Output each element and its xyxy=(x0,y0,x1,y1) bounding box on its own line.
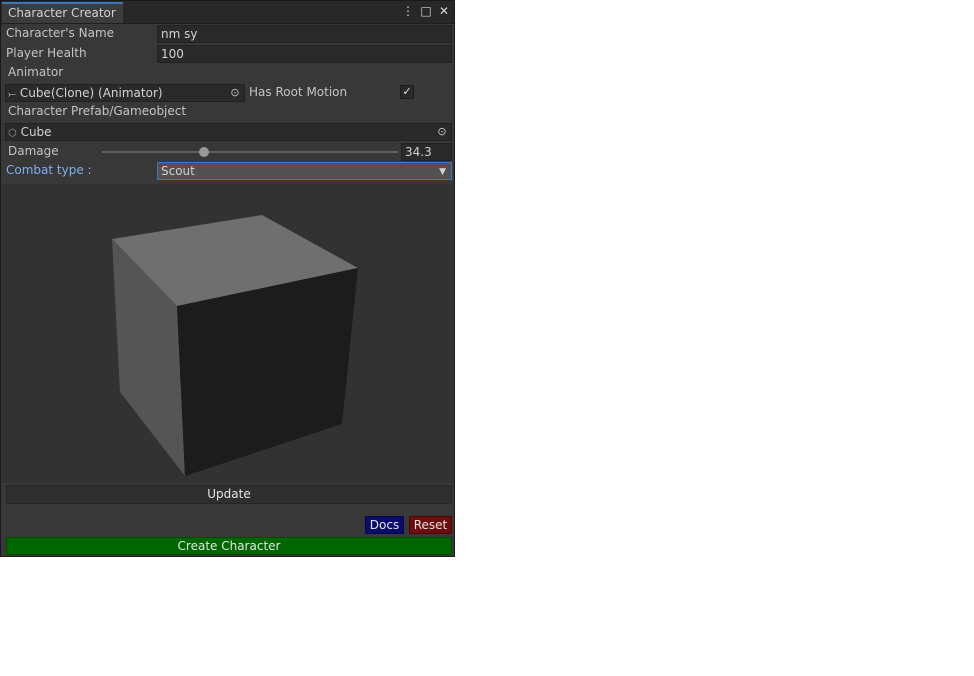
combat-type-label: Combat type : xyxy=(6,163,92,177)
kebab-menu-icon[interactable]: ⋮ xyxy=(402,4,414,18)
gameobject-cube-icon: ⬡ xyxy=(8,128,17,139)
chevron-down-icon: ▼ xyxy=(439,167,446,177)
animator-component-icon: ⤚ xyxy=(8,89,16,100)
combat-type-value: Scout xyxy=(161,164,195,178)
prefab-row: ⬡ Cube ⊙ xyxy=(1,122,454,142)
prefab-label: Character Prefab/Gameobject xyxy=(8,104,187,118)
animator-header-row: Animator xyxy=(1,63,454,83)
damage-slider-thumb[interactable] xyxy=(198,147,209,157)
maximize-icon[interactable]: □ xyxy=(420,4,432,18)
damage-value-input[interactable]: 34.3 xyxy=(401,143,452,161)
object-picker-icon[interactable]: ⊙ xyxy=(435,125,449,139)
damage-slider-track[interactable] xyxy=(102,151,398,153)
docs-button[interactable]: Docs xyxy=(365,516,404,534)
animator-label: Animator xyxy=(8,65,64,79)
prefab-object-value: Cube xyxy=(20,125,52,139)
reset-button[interactable]: Reset xyxy=(409,516,452,534)
cube-preview-image xyxy=(112,215,358,476)
prefab-header-row: Character Prefab/Gameobject xyxy=(1,102,454,122)
prefab-preview[interactable] xyxy=(2,184,453,483)
tab-character-creator[interactable]: Character Creator xyxy=(2,2,123,23)
object-picker-icon[interactable]: ⊙ xyxy=(228,86,242,100)
animator-row: ⤚ Cube(Clone) (Animator) ⊙ Has Root Moti… xyxy=(1,83,454,103)
animator-object-value: Cube(Clone) (Animator) xyxy=(19,86,163,100)
tab-bar: Character Creator ⋮ □ ✕ xyxy=(1,1,454,24)
name-row: Character's Name nm sy xyxy=(1,24,454,44)
damage-label: Damage xyxy=(8,144,59,158)
name-label: Character's Name xyxy=(6,26,115,40)
damage-row: Damage 34.3 xyxy=(1,142,454,162)
character-creator-window: Character Creator ⋮ □ ✕ Character's Name… xyxy=(0,0,455,557)
close-icon[interactable]: ✕ xyxy=(438,4,450,18)
health-row: Player Health 100 xyxy=(1,44,454,64)
health-label: Player Health xyxy=(6,46,87,60)
combat-row: Combat type : Scout ▼ xyxy=(1,161,454,181)
combat-type-dropdown[interactable]: Scout ▼ xyxy=(157,162,452,180)
animator-object-field[interactable]: ⤚ Cube(Clone) (Animator) ⊙ xyxy=(5,84,245,102)
window-controls: ⋮ □ ✕ xyxy=(402,4,450,18)
update-button[interactable]: Update xyxy=(6,485,452,504)
name-input[interactable]: nm sy xyxy=(157,25,452,43)
health-input[interactable]: 100 xyxy=(157,45,452,63)
create-character-button[interactable]: Create Character xyxy=(6,537,452,555)
root-motion-checkbox[interactable]: ✓ xyxy=(400,85,414,99)
prefab-object-field[interactable]: ⬡ Cube ⊙ xyxy=(5,123,452,141)
root-motion-label: Has Root Motion xyxy=(249,85,348,99)
